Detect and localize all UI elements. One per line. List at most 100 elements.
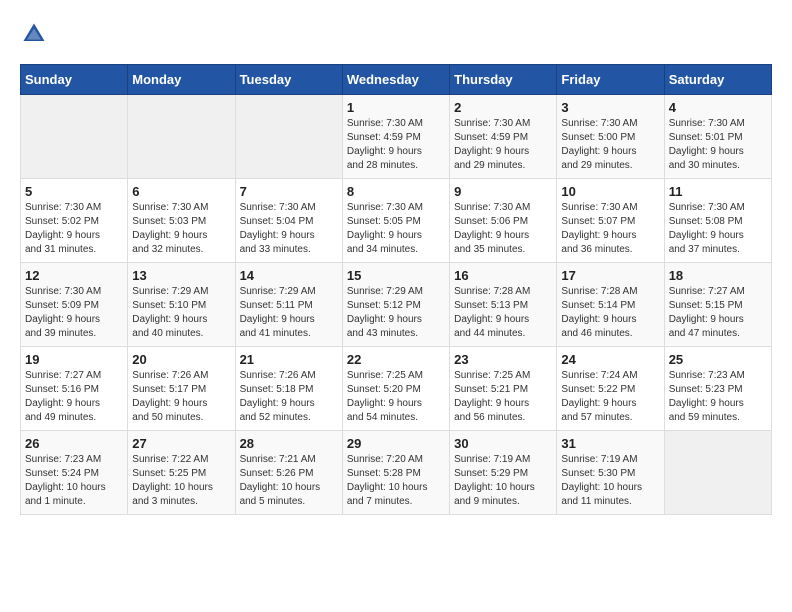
calendar-cell: 4 Sunrise: 7:30 AM Sunset: 5:01 PM Daylig…	[664, 95, 771, 179]
day-info: Sunrise: 7:30 AM Sunset: 4:59 PM Dayligh…	[454, 117, 552, 173]
day-number: 12	[25, 268, 123, 283]
day-number: 27	[132, 436, 230, 451]
calendar-cell: 24 Sunrise: 7:24 AM Sunset: 5:22 PM Dayli…	[557, 347, 664, 431]
weekday-header: Sunday	[21, 65, 128, 95]
day-info: Sunrise: 7:30 AM Sunset: 5:06 PM Dayligh…	[454, 201, 552, 257]
day-number: 1	[347, 100, 445, 115]
day-info: Sunrise: 7:30 AM Sunset: 5:03 PM Dayligh…	[132, 201, 230, 257]
day-number: 21	[240, 352, 338, 367]
day-number: 22	[347, 352, 445, 367]
day-info: Sunrise: 7:25 AM Sunset: 5:21 PM Dayligh…	[454, 369, 552, 425]
calendar-cell: 10 Sunrise: 7:30 AM Sunset: 5:07 PM Dayli…	[557, 179, 664, 263]
day-number: 6	[132, 184, 230, 199]
day-number: 15	[347, 268, 445, 283]
calendar-cell: 29 Sunrise: 7:20 AM Sunset: 5:28 PM Dayli…	[342, 431, 449, 515]
day-number: 25	[669, 352, 767, 367]
calendar-cell: 3 Sunrise: 7:30 AM Sunset: 5:00 PM Daylig…	[557, 95, 664, 179]
day-info: Sunrise: 7:30 AM Sunset: 5:08 PM Dayligh…	[669, 201, 767, 257]
logo	[20, 20, 52, 48]
day-number: 16	[454, 268, 552, 283]
calendar-week-row: 19 Sunrise: 7:27 AM Sunset: 5:16 PM Dayli…	[21, 347, 772, 431]
calendar-body: 1 Sunrise: 7:30 AM Sunset: 4:59 PM Daylig…	[21, 95, 772, 515]
calendar-cell: 31 Sunrise: 7:19 AM Sunset: 5:30 PM Dayli…	[557, 431, 664, 515]
day-number: 9	[454, 184, 552, 199]
weekday-header: Tuesday	[235, 65, 342, 95]
calendar-cell: 15 Sunrise: 7:29 AM Sunset: 5:12 PM Dayli…	[342, 263, 449, 347]
weekday-header: Wednesday	[342, 65, 449, 95]
day-number: 7	[240, 184, 338, 199]
day-info: Sunrise: 7:27 AM Sunset: 5:15 PM Dayligh…	[669, 285, 767, 341]
day-info: Sunrise: 7:27 AM Sunset: 5:16 PM Dayligh…	[25, 369, 123, 425]
day-number: 5	[25, 184, 123, 199]
day-number: 23	[454, 352, 552, 367]
weekday-header: Thursday	[450, 65, 557, 95]
day-number: 18	[669, 268, 767, 283]
day-info: Sunrise: 7:30 AM Sunset: 5:09 PM Dayligh…	[25, 285, 123, 341]
calendar-week-row: 5 Sunrise: 7:30 AM Sunset: 5:02 PM Daylig…	[21, 179, 772, 263]
day-number: 17	[561, 268, 659, 283]
calendar-cell: 9 Sunrise: 7:30 AM Sunset: 5:06 PM Daylig…	[450, 179, 557, 263]
calendar-cell: 25 Sunrise: 7:23 AM Sunset: 5:23 PM Dayli…	[664, 347, 771, 431]
day-info: Sunrise: 7:30 AM Sunset: 5:04 PM Dayligh…	[240, 201, 338, 257]
calendar-cell: 26 Sunrise: 7:23 AM Sunset: 5:24 PM Dayli…	[21, 431, 128, 515]
day-number: 28	[240, 436, 338, 451]
day-info: Sunrise: 7:19 AM Sunset: 5:29 PM Dayligh…	[454, 453, 552, 509]
calendar-cell: 6 Sunrise: 7:30 AM Sunset: 5:03 PM Daylig…	[128, 179, 235, 263]
calendar-cell: 18 Sunrise: 7:27 AM Sunset: 5:15 PM Dayli…	[664, 263, 771, 347]
day-number: 14	[240, 268, 338, 283]
day-number: 10	[561, 184, 659, 199]
calendar-cell: 30 Sunrise: 7:19 AM Sunset: 5:29 PM Dayli…	[450, 431, 557, 515]
day-info: Sunrise: 7:23 AM Sunset: 5:23 PM Dayligh…	[669, 369, 767, 425]
calendar-cell: 28 Sunrise: 7:21 AM Sunset: 5:26 PM Dayli…	[235, 431, 342, 515]
day-info: Sunrise: 7:24 AM Sunset: 5:22 PM Dayligh…	[561, 369, 659, 425]
day-number: 13	[132, 268, 230, 283]
day-info: Sunrise: 7:30 AM Sunset: 5:02 PM Dayligh…	[25, 201, 123, 257]
day-number: 8	[347, 184, 445, 199]
calendar-table: SundayMondayTuesdayWednesdayThursdayFrid…	[20, 64, 772, 515]
calendar-week-row: 1 Sunrise: 7:30 AM Sunset: 4:59 PM Daylig…	[21, 95, 772, 179]
calendar-cell: 14 Sunrise: 7:29 AM Sunset: 5:11 PM Dayli…	[235, 263, 342, 347]
calendar-cell: 2Sunrise: 7:30 AM Sunset: 4:59 PM Daylig…	[450, 95, 557, 179]
day-info: Sunrise: 7:20 AM Sunset: 5:28 PM Dayligh…	[347, 453, 445, 509]
weekday-header: Saturday	[664, 65, 771, 95]
day-info: Sunrise: 7:30 AM Sunset: 4:59 PM Dayligh…	[347, 117, 445, 173]
day-info: Sunrise: 7:30 AM Sunset: 5:05 PM Dayligh…	[347, 201, 445, 257]
calendar-cell: 22Sunrise: 7:25 AM Sunset: 5:20 PM Dayli…	[342, 347, 449, 431]
day-number: 30	[454, 436, 552, 451]
day-info: Sunrise: 7:23 AM Sunset: 5:24 PM Dayligh…	[25, 453, 123, 509]
calendar-cell: 19 Sunrise: 7:27 AM Sunset: 5:16 PM Dayli…	[21, 347, 128, 431]
day-info: Sunrise: 7:28 AM Sunset: 5:14 PM Dayligh…	[561, 285, 659, 341]
calendar-cell	[664, 431, 771, 515]
calendar-cell: 27 Sunrise: 7:22 AM Sunset: 5:25 PM Dayli…	[128, 431, 235, 515]
day-number: 4	[669, 100, 767, 115]
day-info: Sunrise: 7:29 AM Sunset: 5:10 PM Dayligh…	[132, 285, 230, 341]
day-info: Sunrise: 7:30 AM Sunset: 5:07 PM Dayligh…	[561, 201, 659, 257]
logo-icon	[20, 20, 48, 48]
day-info: Sunrise: 7:30 AM Sunset: 5:01 PM Dayligh…	[669, 117, 767, 173]
day-info: Sunrise: 7:22 AM Sunset: 5:25 PM Dayligh…	[132, 453, 230, 509]
day-info: Sunrise: 7:30 AM Sunset: 5:00 PM Dayligh…	[561, 117, 659, 173]
page-header	[20, 20, 772, 48]
day-info: Sunrise: 7:26 AM Sunset: 5:17 PM Dayligh…	[132, 369, 230, 425]
calendar-cell: 5 Sunrise: 7:30 AM Sunset: 5:02 PM Daylig…	[21, 179, 128, 263]
day-number: 31	[561, 436, 659, 451]
day-info: Sunrise: 7:26 AM Sunset: 5:18 PM Dayligh…	[240, 369, 338, 425]
day-number: 19	[25, 352, 123, 367]
calendar-cell: 13 Sunrise: 7:29 AM Sunset: 5:10 PM Dayli…	[128, 263, 235, 347]
calendar-cell	[128, 95, 235, 179]
calendar-cell: 23 Sunrise: 7:25 AM Sunset: 5:21 PM Dayli…	[450, 347, 557, 431]
calendar-cell: 17 Sunrise: 7:28 AM Sunset: 5:14 PM Dayli…	[557, 263, 664, 347]
day-info: Sunrise: 7:29 AM Sunset: 5:12 PM Dayligh…	[347, 285, 445, 341]
calendar-cell: 20Sunrise: 7:26 AM Sunset: 5:17 PM Dayli…	[128, 347, 235, 431]
day-number: 26	[25, 436, 123, 451]
calendar-cell: 16 Sunrise: 7:28 AM Sunset: 5:13 PM Dayli…	[450, 263, 557, 347]
day-info: Sunrise: 7:19 AM Sunset: 5:30 PM Dayligh…	[561, 453, 659, 509]
day-number: 3	[561, 100, 659, 115]
day-number: 24	[561, 352, 659, 367]
day-info: Sunrise: 7:28 AM Sunset: 5:13 PM Dayligh…	[454, 285, 552, 341]
day-info: Sunrise: 7:29 AM Sunset: 5:11 PM Dayligh…	[240, 285, 338, 341]
calendar-cell: 11Sunrise: 7:30 AM Sunset: 5:08 PM Dayli…	[664, 179, 771, 263]
day-number: 29	[347, 436, 445, 451]
calendar-week-row: 12 Sunrise: 7:30 AM Sunset: 5:09 PM Dayli…	[21, 263, 772, 347]
day-info: Sunrise: 7:21 AM Sunset: 5:26 PM Dayligh…	[240, 453, 338, 509]
